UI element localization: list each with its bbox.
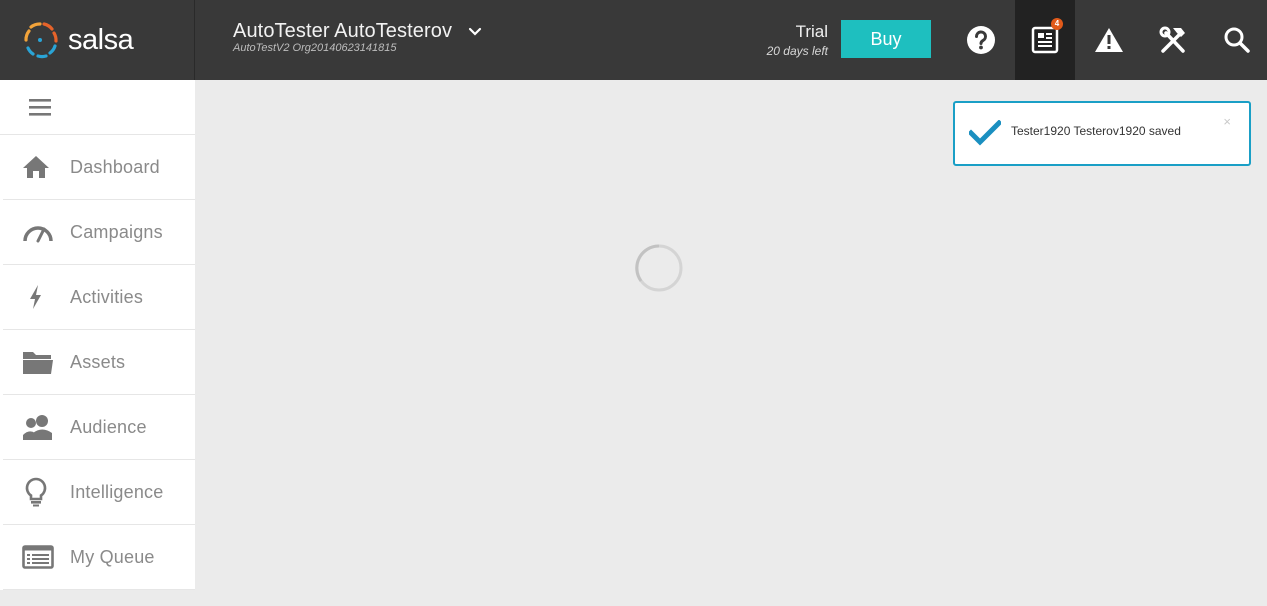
checkmark-icon — [969, 120, 1001, 146]
sidebar: Dashboard Campaigns Activities Assets Au… — [0, 80, 195, 590]
folder-icon — [23, 352, 53, 374]
queue-icon — [22, 545, 54, 569]
people-icon — [23, 415, 52, 440]
sidebar-item-label: Campaigns — [70, 221, 163, 242]
sidebar-item-campaigns[interactable]: Campaigns — [3, 200, 195, 265]
trial-label: Trial — [795, 22, 828, 41]
lightning-icon — [30, 285, 41, 309]
buy-button[interactable]: Buy — [841, 20, 931, 58]
lightbulb-icon — [25, 477, 47, 507]
sidebar-item-audience[interactable]: Audience — [3, 395, 195, 460]
loading-spinner-icon — [635, 244, 683, 292]
hamburger-icon — [29, 99, 51, 116]
success-toast: Tester1920 Testerov1920 saved × — [953, 101, 1251, 166]
sidebar-item-label: Intelligence — [70, 481, 164, 502]
menu-toggle-button[interactable] — [0, 80, 195, 135]
toast-message: Tester1920 Testerov1920 saved — [1011, 124, 1181, 138]
account-switcher[interactable]: AutoTester AutoTesterov AutoTestV2 Org20… — [233, 20, 482, 54]
help-icon — [967, 26, 995, 54]
sidebar-item-dashboard[interactable]: Dashboard — [3, 135, 195, 200]
news-button[interactable]: 4 — [1015, 0, 1075, 80]
search-button[interactable] — [1207, 0, 1267, 80]
sidebar-item-my-queue[interactable]: My Queue — [3, 525, 195, 590]
sidebar-item-label: Assets — [70, 351, 126, 372]
home-icon — [23, 156, 49, 178]
news-icon — [1031, 26, 1059, 54]
trial-days-left: 20 days left — [766, 44, 828, 58]
gauge-icon — [23, 226, 53, 243]
logo[interactable]: salsa — [0, 0, 195, 80]
sidebar-item-activities[interactable]: Activities — [3, 265, 195, 330]
sidebar-item-label: Audience — [70, 416, 147, 437]
account-name: AutoTester AutoTesterov — [233, 20, 453, 42]
close-icon[interactable]: × — [1223, 115, 1231, 128]
trial-status: Trial 20 days left — [740, 22, 828, 58]
news-badge: 4 — [1051, 18, 1063, 30]
help-button[interactable] — [951, 0, 1011, 80]
top-bar: salsa AutoTester AutoTesterov AutoTestV2… — [0, 0, 1267, 80]
sidebar-item-label: My Queue — [70, 546, 155, 567]
account-org: AutoTestV2 Org20140623141815 — [233, 42, 397, 54]
tools-icon — [1159, 26, 1185, 53]
alerts-button[interactable] — [1079, 0, 1139, 80]
sidebar-item-label: Activities — [70, 286, 144, 307]
brand-name: salsa — [68, 23, 134, 56]
tools-button[interactable] — [1143, 0, 1203, 80]
sidebar-item-label: Dashboard — [70, 156, 160, 177]
alert-icon — [1095, 28, 1123, 52]
sidebar-item-intelligence[interactable]: Intelligence — [3, 460, 195, 525]
chevron-down-icon[interactable] — [468, 25, 482, 39]
salsa-logo-icon — [24, 22, 58, 59]
search-icon — [1224, 27, 1250, 53]
sidebar-item-assets[interactable]: Assets — [3, 330, 195, 395]
